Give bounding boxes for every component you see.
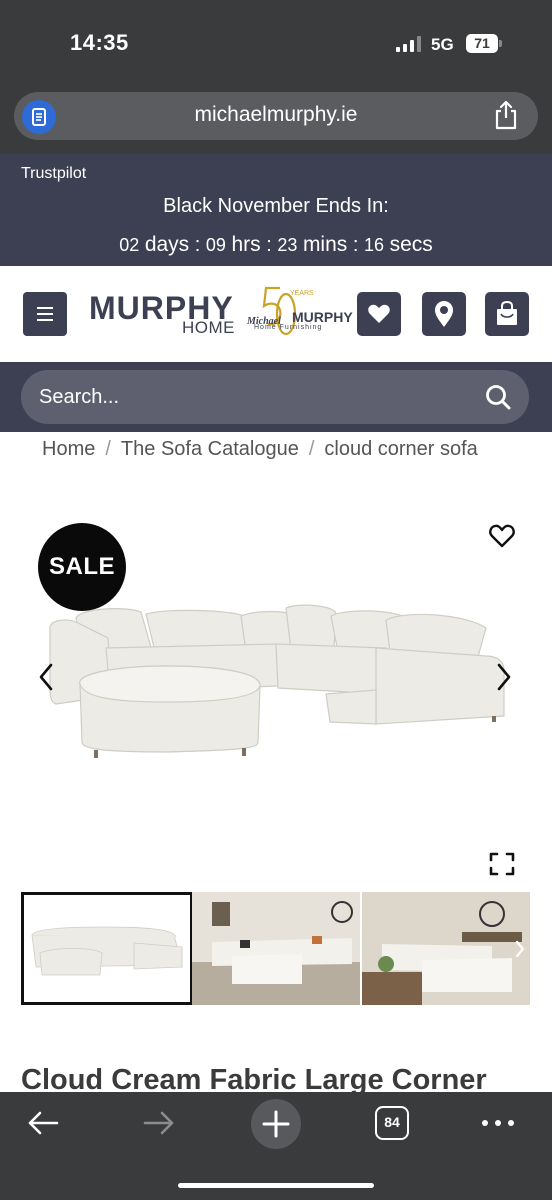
chevron-right-icon[interactable] [494, 662, 514, 692]
home-indicator [178, 1183, 374, 1188]
breadcrumb: Home / The Sofa Catalogue / cloud corner sof… [42, 438, 478, 460]
thumbnail-image [192, 892, 360, 1005]
url-text[interactable]: michaelmurphy.ie [0, 103, 552, 127]
thumbnail-3[interactable] [362, 892, 530, 1005]
shopping-bag-icon [497, 300, 517, 325]
more-icon[interactable] [480, 1114, 516, 1132]
location-pin-icon [435, 301, 453, 327]
logo-subtext[interactable]: HOME [182, 318, 235, 338]
logo-murphy-secondary: MURPHY [292, 309, 353, 325]
store-locator-button[interactable] [422, 292, 466, 336]
countdown-timer: 02 days : 09 hrs : 23 mins : 16 secs [119, 233, 433, 256]
share-icon[interactable] [492, 100, 520, 130]
cart-button[interactable] [485, 292, 529, 336]
search-icon[interactable] [484, 383, 512, 411]
countdown-mins-unit: mins [302, 233, 348, 256]
countdown-secs: 16 [363, 235, 384, 255]
back-arrow-icon[interactable] [26, 1108, 60, 1138]
logo-tagline: Home Furnishing [254, 324, 323, 331]
chevron-right-icon[interactable] [510, 935, 530, 963]
product-image[interactable] [46, 598, 508, 768]
breadcrumb-sofa-catalogue[interactable]: The Sofa Catalogue [121, 438, 299, 460]
battery-icon: 71 [466, 34, 498, 53]
countdown-hrs: 09 [205, 235, 226, 255]
forward-arrow-icon[interactable] [142, 1108, 176, 1138]
status-time: 14:35 [70, 30, 129, 55]
menu-button[interactable] [23, 292, 67, 336]
menu-icon [37, 307, 53, 309]
breadcrumb-home[interactable]: Home [42, 438, 95, 460]
thumbnail-image [31, 926, 183, 976]
tab-count-button[interactable]: 84 [375, 1106, 409, 1140]
countdown-secs-unit: secs [389, 233, 433, 256]
trustpilot-link[interactable]: Trustpilot [21, 165, 86, 183]
thumbnail-2[interactable] [192, 892, 360, 1005]
battery-cap [499, 40, 502, 47]
logo-years: YEARS [290, 290, 314, 297]
countdown-hrs-unit: hrs [231, 233, 261, 256]
search-placeholder[interactable]: Search... [39, 386, 119, 409]
sale-badge: SALE [38, 523, 126, 611]
new-tab-button[interactable] [251, 1099, 301, 1149]
heart-icon [368, 304, 390, 323]
countdown-days: 02 [119, 235, 140, 255]
signal-icon [396, 36, 421, 52]
fullscreen-icon[interactable] [488, 850, 516, 878]
wishlist-button[interactable] [357, 292, 401, 336]
promo-title: Black November Ends In: [163, 195, 389, 217]
thumbnail-1[interactable] [21, 892, 193, 1005]
network-type: 5G [431, 35, 454, 54]
countdown-mins: 23 [277, 235, 298, 255]
chevron-left-icon[interactable] [36, 662, 56, 692]
countdown-days-unit: days [144, 233, 190, 256]
plus-icon [262, 1110, 290, 1138]
heart-icon[interactable] [488, 522, 516, 550]
thumbnail-image [362, 892, 530, 1005]
breadcrumb-current: cloud corner sofa [324, 438, 478, 460]
